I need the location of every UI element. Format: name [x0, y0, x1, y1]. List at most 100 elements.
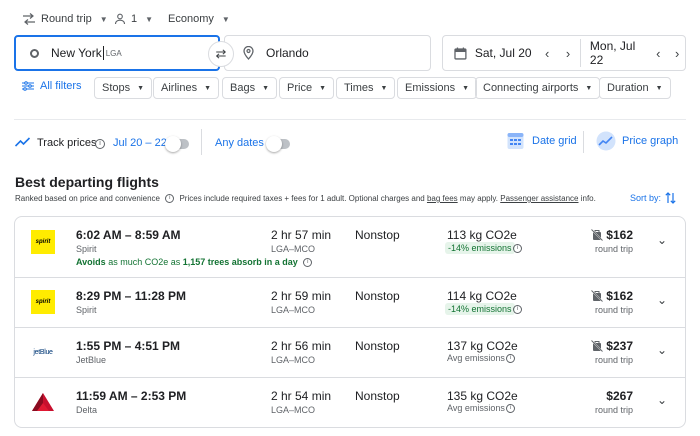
flight-stops: Nonstop [355, 228, 400, 242]
vertical-divider [201, 129, 202, 155]
emissions-badge: -14% emissions [445, 242, 515, 254]
info-icon[interactable]: i [506, 404, 515, 413]
swap-icon: ⇄ [215, 46, 227, 61]
info-icon[interactable]: i [165, 194, 175, 204]
filter-airlines[interactable]: Airlines ▼ [153, 77, 220, 99]
results-heading: Best departing flights [15, 174, 159, 190]
passenger-assistance-link[interactable]: Passenger assistance [500, 194, 578, 203]
prices-note: Prices include required taxes + fees for… [179, 194, 425, 203]
vertical-divider [583, 131, 584, 153]
flight-route: LGA–MCO [271, 405, 316, 415]
expand-chevron-icon[interactable]: ⌄ [657, 393, 667, 407]
price-note: round trip [594, 405, 633, 415]
info-icon[interactable]: i [95, 139, 105, 149]
cabin-select[interactable]: Economy ▼ [168, 10, 230, 28]
flight-results-list: spirit 6:02 AM – 8:59 AM Spirit Avoids a… [14, 216, 686, 428]
flight-stops: Nonstop [355, 339, 400, 353]
price-note: round trip [594, 305, 633, 315]
filter-price[interactable]: Price ▼ [279, 77, 334, 99]
date-grid-button[interactable]: Date grid [507, 131, 577, 150]
date-grid-label: Date grid [532, 134, 577, 147]
swap-arrows-icon [23, 13, 35, 25]
toggle-knob [165, 136, 181, 152]
price-graph-label: Price graph [622, 135, 679, 147]
chip-label: Times [344, 82, 374, 94]
calendar-icon [454, 47, 467, 60]
price-graph-icon [596, 131, 616, 151]
all-filters-label: All filters [40, 80, 82, 92]
caret-down-icon: ▼ [99, 14, 108, 24]
caret-down-icon: ▼ [319, 84, 326, 92]
filter-emissions[interactable]: Emissions ▼ [397, 77, 478, 99]
flight-times: 8:29 PM – 11:28 PM [76, 289, 187, 303]
filter-bags[interactable]: Bags ▼ [222, 77, 278, 99]
person-icon [114, 13, 126, 25]
filter-stops[interactable]: Stops ▼ [94, 77, 153, 99]
flight-stops: Nonstop [355, 389, 400, 403]
info-icon[interactable]: i [303, 258, 313, 268]
flight-row[interactable]: jetBlue 1:55 PM – 4:51 PM JetBlue 2 hr 5… [15, 328, 685, 377]
emissions-label: Avg emissions [447, 403, 505, 413]
passengers-select[interactable]: 1 ▼ [114, 10, 153, 28]
sort-by-button[interactable]: Sort by: [630, 192, 676, 204]
price-amount: $237 [606, 339, 633, 353]
emissions-badge: -14% emissions [445, 303, 515, 315]
info-icon[interactable]: i [506, 354, 515, 363]
text-cursor [102, 46, 104, 60]
price: $162 [591, 289, 633, 303]
depart-prev-icon[interactable]: ‹ [539, 46, 555, 61]
price: $237 [591, 339, 633, 353]
flight-row[interactable]: spirit 6:02 AM – 8:59 AM Spirit Avoids a… [15, 217, 685, 277]
depart-date[interactable]: Sat, Jul 20 [475, 46, 536, 60]
track-prices-toggle[interactable] [165, 136, 189, 152]
trip-type-select[interactable]: Round trip ▼ [22, 10, 108, 28]
filter-connecting-airports[interactable]: Connecting airports ▼ [475, 77, 601, 99]
filter-duration[interactable]: Duration ▼ [599, 77, 671, 99]
filter-times[interactable]: Times ▼ [336, 77, 396, 99]
bag-fees-link[interactable]: bag fees [427, 194, 458, 203]
expand-chevron-icon[interactable]: ⌄ [657, 233, 667, 247]
chip-label: Emissions [405, 82, 456, 94]
flight-row[interactable]: spirit 8:29 PM – 11:28 PM Spirit 2 hr 59… [15, 278, 685, 327]
flight-times: 11:59 AM – 2:53 PM [76, 389, 187, 403]
flight-times: 6:02 AM – 8:59 AM [76, 228, 181, 242]
return-date[interactable]: Mon, Jul 22 [590, 39, 647, 67]
info-icon[interactable]: i [513, 305, 522, 314]
flight-route: LGA–MCO [271, 305, 316, 315]
expand-chevron-icon[interactable]: ⌄ [657, 293, 667, 307]
any-dates-toggle[interactable] [266, 136, 290, 152]
price-amount: $162 [606, 289, 633, 303]
no-bag-icon [591, 290, 604, 302]
emissions-label: Avg emissions [447, 353, 505, 363]
passengers-count: 1 [131, 13, 138, 25]
caret-down-icon: ▼ [380, 84, 388, 92]
chip-label: Bags [230, 82, 256, 94]
dates-field: Sat, Jul 20 ‹ › Mon, Jul 22 ‹ › [442, 35, 686, 71]
co2-amount: 135 kg CO2e [447, 389, 518, 403]
flight-row[interactable]: 11:59 AM – 2:53 PM Delta 2 hr 54 min LGA… [15, 378, 685, 427]
depart-next-icon[interactable]: › [560, 46, 576, 61]
price-graph-button[interactable]: Price graph [596, 131, 678, 151]
origin-circle-icon [30, 48, 39, 58]
return-next-icon[interactable]: › [669, 46, 685, 61]
expand-chevron-icon[interactable]: ⌄ [657, 343, 667, 357]
date-grid-icon [507, 133, 524, 149]
origin-field[interactable]: New York LGA [14, 35, 220, 71]
swap-locations-button[interactable]: ⇄ [208, 41, 234, 67]
destination-field[interactable]: Orlando [224, 35, 431, 71]
all-filters-button[interactable]: All filters [22, 80, 82, 92]
airline-name: Spirit [76, 305, 97, 315]
caret-down-icon: ▼ [585, 84, 593, 92]
may-apply-text: may apply. [459, 194, 498, 203]
info-icon[interactable]: i [513, 244, 522, 253]
delta-logo [31, 390, 55, 414]
track-dates: Jul 20 – 22 [113, 137, 167, 149]
caret-down-icon: ▼ [137, 84, 145, 92]
flight-duration: 2 hr 59 min [271, 289, 332, 303]
flight-duration: 2 hr 57 min [271, 228, 332, 242]
return-prev-icon[interactable]: ‹ [650, 46, 666, 61]
price-amount: $162 [606, 228, 633, 242]
filter-sliders-icon [22, 81, 34, 91]
price-note: round trip [594, 355, 633, 365]
co2-amount: 137 kg CO2e [447, 339, 518, 353]
